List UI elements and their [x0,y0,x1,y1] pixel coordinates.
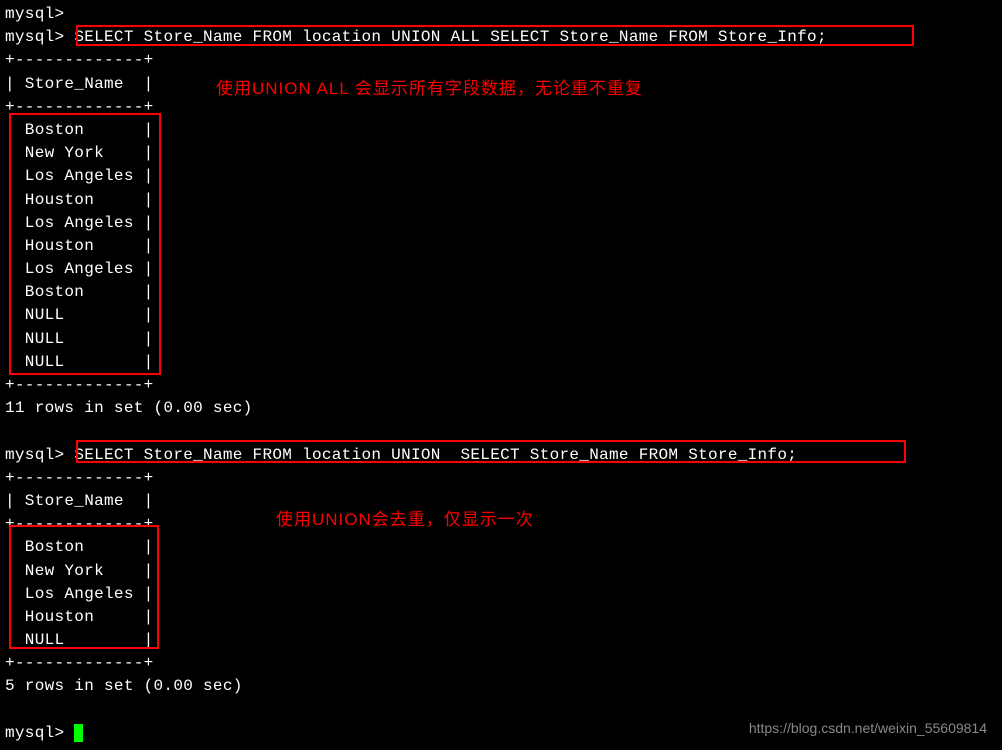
cursor [74,724,83,742]
table-separator: +-------------+ [5,49,997,72]
highlight-box-results2 [9,525,159,649]
watermark: https://blog.csdn.net/weixin_55609814 [749,718,987,738]
annotation-union-all: 使用UNION ALL 会显示所有字段数据，无论重不重复 [216,77,643,102]
prompt-line: mysql> [5,3,997,26]
result-summary: 11 rows in set (0.00 sec) [5,397,997,420]
highlight-box-query1 [76,25,914,46]
table-separator: +-------------+ [5,652,997,675]
highlight-box-query2 [76,440,906,463]
annotation-union: 使用UNION会去重，仅显示一次 [276,508,534,533]
result-summary: 5 rows in set (0.00 sec) [5,675,997,698]
highlight-box-results1 [9,113,161,375]
table-separator: +-------------+ [5,467,997,490]
table-separator: +-------------+ [5,374,997,397]
